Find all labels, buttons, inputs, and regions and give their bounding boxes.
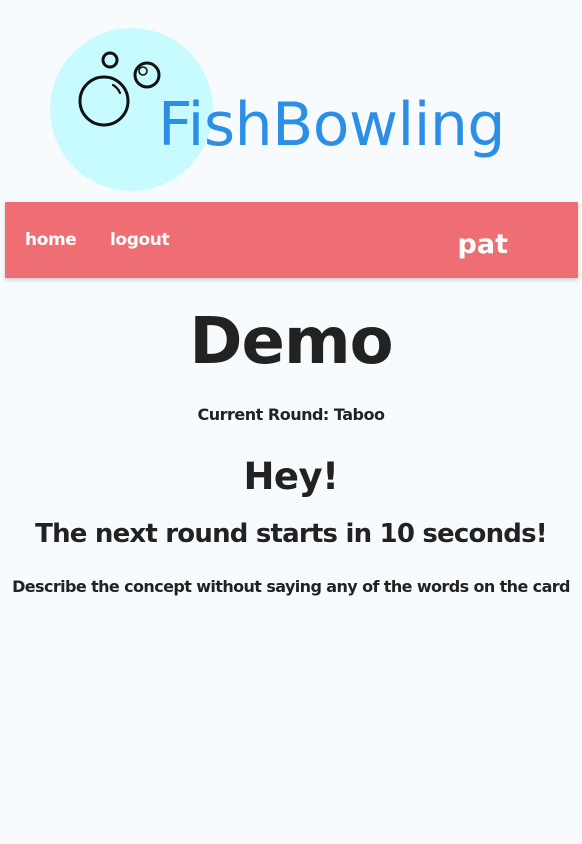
logo-text[interactable]: FishBowling bbox=[158, 87, 506, 163]
nav-username: pat bbox=[457, 229, 508, 260]
logo: FishBowling bbox=[0, 0, 582, 200]
round-instructions: Describe the concept without saying any … bbox=[12, 577, 570, 596]
nav-logout-link[interactable]: logout bbox=[110, 229, 170, 251]
bubbles-icon bbox=[78, 51, 161, 127]
page-title: Demo bbox=[189, 305, 393, 379]
current-round-label: Current Round: Taboo bbox=[197, 405, 385, 424]
nav-home-link[interactable]: home bbox=[25, 229, 77, 251]
greeting-heading: Hey! bbox=[243, 455, 339, 498]
navbar: home logout pat bbox=[5, 202, 578, 278]
countdown-message: The next round starts in 10 seconds! bbox=[35, 519, 547, 549]
